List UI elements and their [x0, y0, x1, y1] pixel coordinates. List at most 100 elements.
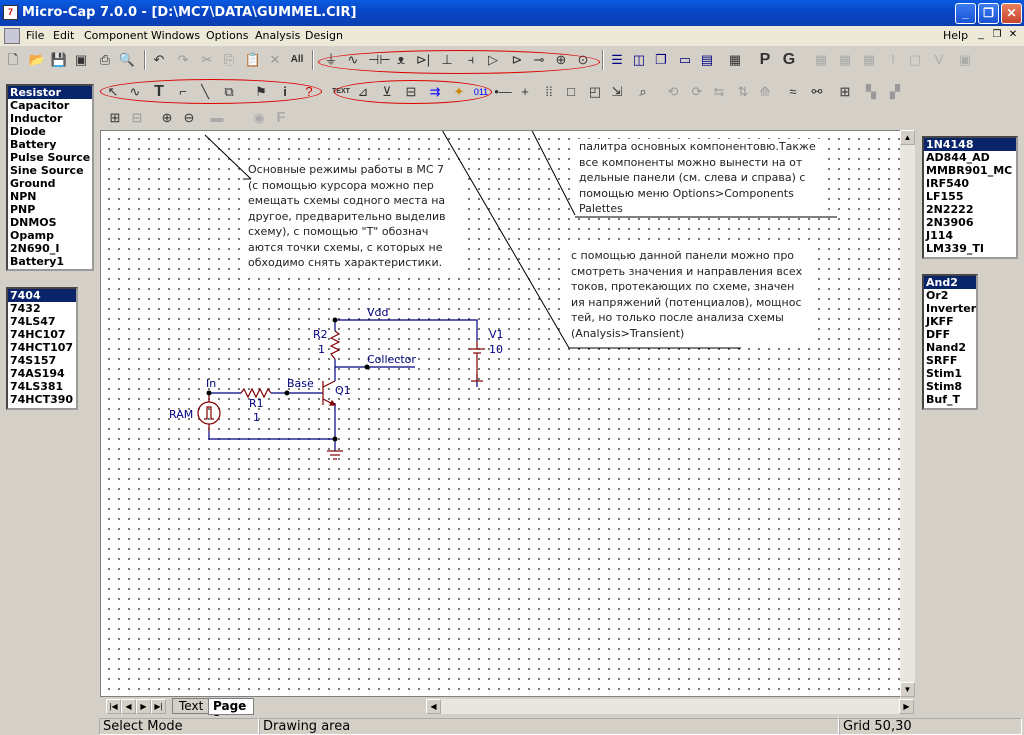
- document-icon[interactable]: [4, 28, 20, 44]
- zoom-out-icon[interactable]: ⊖: [180, 109, 198, 127]
- palette-item[interactable]: SRFF: [924, 354, 976, 367]
- rotate-icon[interactable]: ⟲: [664, 83, 682, 101]
- palette-item[interactable]: Opamp: [8, 229, 92, 242]
- palette-item[interactable]: 74AS194: [8, 367, 76, 380]
- next-page-icon[interactable]: ▶: [136, 699, 151, 714]
- calculator-icon[interactable]: ▦: [726, 51, 744, 69]
- palette-item[interactable]: MMBR901_MC: [924, 164, 1016, 177]
- palette-item[interactable]: DFF: [924, 328, 976, 341]
- palette-item[interactable]: Capacitor: [8, 99, 92, 112]
- scroll-down-icon[interactable]: ▼: [900, 682, 915, 697]
- find-icon[interactable]: ⌕: [634, 83, 652, 101]
- pin-connection-icon[interactable]: •—: [494, 83, 512, 101]
- palette-item[interactable]: Ground: [8, 177, 92, 190]
- disabled-tool-icon[interactable]: ▣: [956, 51, 974, 69]
- minimize-button[interactable]: _: [955, 3, 976, 24]
- presentation-icon[interactable]: ⊞: [836, 83, 854, 101]
- palette-item[interactable]: J114: [924, 229, 1016, 242]
- palette-item[interactable]: 74LS47: [8, 315, 76, 328]
- menu-file[interactable]: File: [26, 29, 44, 42]
- vertical-scrollbar[interactable]: ▲ ▼: [900, 130, 915, 697]
- palette-item[interactable]: Or2: [924, 289, 976, 302]
- palette-item[interactable]: 74S157: [8, 354, 76, 367]
- title-block-icon[interactable]: ◰: [586, 83, 604, 101]
- label-vdd[interactable]: Vdd: [367, 306, 389, 319]
- disabled-tool-icon[interactable]: !: [884, 51, 902, 69]
- cascade-icon[interactable]: ❐: [652, 51, 670, 69]
- menu-windows[interactable]: Windows: [151, 29, 200, 42]
- pin-markers-icon[interactable]: ⇲: [608, 83, 626, 101]
- add-page-icon[interactable]: ⊞: [106, 109, 124, 127]
- rotate-cw-icon[interactable]: ⟳: [688, 83, 706, 101]
- palette-item[interactable]: Resistor: [8, 86, 92, 99]
- copy-icon[interactable]: ⎘: [220, 51, 238, 69]
- font-button[interactable]: F: [272, 109, 290, 127]
- label-r2-value[interactable]: 1: [318, 343, 325, 356]
- palette-item[interactable]: Inverter: [924, 302, 976, 315]
- disabled-tool-icon[interactable]: ▦: [860, 51, 878, 69]
- scroll-up-icon[interactable]: ▲: [900, 130, 915, 145]
- palette-item[interactable]: JKFF: [924, 315, 976, 328]
- palette-item[interactable]: 74LS381: [8, 380, 76, 393]
- palette-item[interactable]: 7432: [8, 302, 76, 315]
- close-button[interactable]: ✕: [1001, 3, 1022, 24]
- palette-item[interactable]: Pulse Source: [8, 151, 92, 164]
- save-all-icon[interactable]: ▣: [72, 51, 90, 69]
- p-button[interactable]: P: [756, 51, 774, 69]
- scroll-left-icon[interactable]: ◀: [426, 699, 441, 714]
- menu-design[interactable]: Design: [305, 29, 343, 42]
- palette-item[interactable]: LF155: [924, 190, 1016, 203]
- palette-item[interactable]: IRF540: [924, 177, 1016, 190]
- delete-icon[interactable]: ✕: [266, 51, 284, 69]
- menu-edit[interactable]: Edit: [53, 29, 74, 42]
- back-icon[interactable]: ▞: [886, 83, 904, 101]
- label-q1[interactable]: Q1: [335, 384, 351, 397]
- binoculars-icon[interactable]: ⚯: [808, 83, 826, 101]
- palette-item[interactable]: Buf_T: [924, 393, 976, 406]
- palette-item[interactable]: Stim1: [924, 367, 976, 380]
- prev-page-icon[interactable]: ◀: [121, 699, 136, 714]
- palette-item[interactable]: 74HCT390: [8, 393, 76, 406]
- maximize-button[interactable]: ❐: [978, 3, 999, 24]
- palette-item[interactable]: LM339_TI: [924, 242, 1016, 255]
- palette-item[interactable]: 1N4148: [924, 138, 1016, 151]
- palette-item[interactable]: Sine Source: [8, 164, 92, 177]
- schematic-canvas[interactable]: Основные режимы работы в МС 7 (с помощью…: [100, 130, 914, 697]
- flip-y-icon[interactable]: ⇅: [734, 83, 752, 101]
- disabled-tool-icon[interactable]: ▦: [836, 51, 854, 69]
- color-wheel-icon[interactable]: ◉: [250, 109, 268, 127]
- crosshair-icon[interactable]: +: [516, 83, 534, 101]
- save-icon[interactable]: 💾: [50, 51, 68, 69]
- menu-analysis[interactable]: Analysis: [255, 29, 300, 42]
- disabled-tool-icon[interactable]: ▦: [812, 51, 830, 69]
- palette-item[interactable]: 7404: [8, 289, 76, 302]
- label-base[interactable]: Base: [287, 377, 314, 390]
- tab-page-1[interactable]: Page 1: [208, 698, 254, 727]
- label-r1-value[interactable]: 1: [253, 411, 260, 424]
- front-icon[interactable]: ▚: [862, 83, 880, 101]
- mdi-close-icon[interactable]: ✕: [1006, 29, 1020, 42]
- wave-icon[interactable]: ≈: [784, 83, 802, 101]
- horizontal-scrollbar[interactable]: ◀ ▶: [426, 699, 914, 714]
- split-icon[interactable]: ▤: [698, 51, 716, 69]
- mdi-minimize-icon[interactable]: _: [974, 29, 988, 42]
- zoom-in-icon[interactable]: ⊕: [158, 109, 176, 127]
- palette-item[interactable]: Battery: [8, 138, 92, 151]
- palette-item[interactable]: Stim8: [924, 380, 976, 393]
- last-page-icon[interactable]: ▶|: [151, 699, 166, 714]
- redo-icon[interactable]: ↷: [174, 51, 192, 69]
- mdi-restore-icon[interactable]: ❐: [990, 29, 1004, 42]
- print-icon[interactable]: ⎙: [96, 51, 114, 69]
- app-icon[interactable]: 7: [3, 5, 18, 20]
- flip-x-icon[interactable]: ⇆: [710, 83, 728, 101]
- palette-item[interactable]: And2: [924, 276, 976, 289]
- tile-horizontal-icon[interactable]: ☰: [608, 51, 626, 69]
- palette-item[interactable]: 2N690_I: [8, 242, 92, 255]
- tab-text[interactable]: Text: [172, 698, 212, 714]
- label-v1-value[interactable]: 10: [489, 343, 503, 356]
- menu-options[interactable]: Options: [206, 29, 248, 42]
- menu-help[interactable]: Help: [943, 29, 968, 42]
- label-in[interactable]: In: [206, 377, 216, 390]
- label-v1[interactable]: V1: [489, 328, 504, 341]
- fill-color-icon[interactable]: ▬: [208, 109, 226, 127]
